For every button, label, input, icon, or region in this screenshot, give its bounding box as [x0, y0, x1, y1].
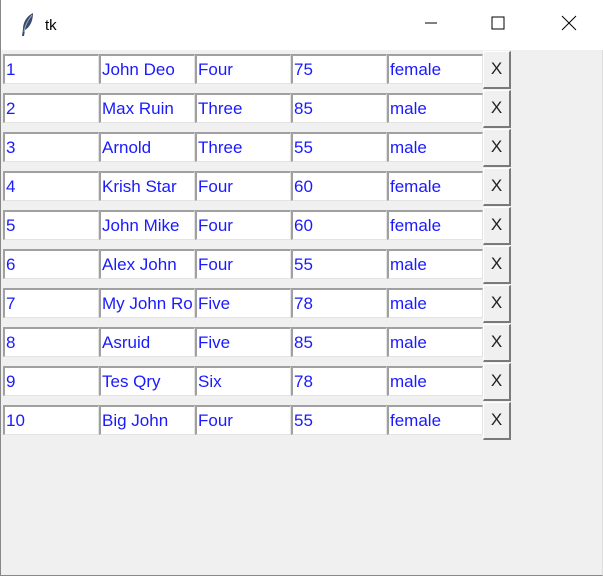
id-field[interactable]: 6 — [3, 249, 99, 279]
name-field[interactable]: Arnold — [99, 132, 195, 162]
name-field[interactable]: Alex John — [99, 249, 195, 279]
name-field[interactable]: Krish Star — [99, 171, 195, 201]
name-field[interactable]: My John Ro — [99, 288, 195, 318]
class-field[interactable]: Six — [195, 366, 291, 396]
id-field[interactable]: 2 — [3, 93, 99, 123]
table-row: 2 Max Ruin Three 85 male X — [1, 90, 521, 128]
delete-row-button[interactable]: X — [483, 129, 511, 167]
id-field[interactable]: 7 — [3, 288, 99, 318]
feather-icon — [18, 12, 38, 38]
delete-row-button[interactable]: X — [483, 168, 511, 206]
id-field[interactable]: 10 — [3, 405, 99, 435]
table-row: 8 Asruid Five 85 male X — [1, 324, 521, 362]
name-field[interactable]: John Mike — [99, 210, 195, 240]
class-field[interactable]: Four — [195, 405, 291, 435]
window-title: tk — [45, 17, 57, 34]
delete-row-button[interactable]: X — [483, 402, 511, 440]
gender-field[interactable]: male — [387, 327, 483, 357]
table-row: 10 Big John Four 55 female X — [1, 402, 521, 440]
id-field[interactable]: 9 — [3, 366, 99, 396]
mark-field[interactable]: 55 — [291, 405, 387, 435]
delete-row-button[interactable]: X — [483, 324, 511, 362]
mark-field[interactable]: 85 — [291, 327, 387, 357]
class-field[interactable]: Four — [195, 210, 291, 240]
name-field[interactable]: Big John — [99, 405, 195, 435]
gender-field[interactable]: female — [387, 405, 483, 435]
close-window-button[interactable] — [546, 0, 592, 50]
name-field[interactable]: Max Ruin — [99, 93, 195, 123]
gender-field[interactable]: female — [387, 210, 483, 240]
delete-row-button[interactable]: X — [483, 285, 511, 323]
class-field[interactable]: Four — [195, 54, 291, 84]
mark-field[interactable]: 75 — [291, 54, 387, 84]
mark-field[interactable]: 55 — [291, 132, 387, 162]
name-field[interactable]: John Deo — [99, 54, 195, 84]
id-field[interactable]: 4 — [3, 171, 99, 201]
gender-field[interactable]: male — [387, 132, 483, 162]
id-field[interactable]: 8 — [3, 327, 99, 357]
table-row: 1 John Deo Four 75 female X — [1, 51, 521, 89]
minimize-icon — [424, 16, 438, 35]
app-window: tk 1 John Deo Four 75 female X 2 Max Ruin Three 8… — [0, 0, 603, 576]
delete-row-button[interactable]: X — [483, 246, 511, 284]
class-field[interactable]: Five — [195, 288, 291, 318]
delete-row-button[interactable]: X — [483, 207, 511, 245]
name-field[interactable]: Asruid — [99, 327, 195, 357]
title-bar[interactable]: tk — [1, 0, 603, 50]
gender-field[interactable]: male — [387, 288, 483, 318]
mark-field[interactable]: 78 — [291, 366, 387, 396]
delete-row-button[interactable]: X — [483, 90, 511, 128]
table-row: 6 Alex John Four 55 male X — [1, 246, 521, 284]
mark-field[interactable]: 60 — [291, 210, 387, 240]
id-field[interactable]: 3 — [3, 132, 99, 162]
mark-field[interactable]: 85 — [291, 93, 387, 123]
table-row: 5 John Mike Four 60 female X — [1, 207, 521, 245]
class-field[interactable]: Four — [195, 171, 291, 201]
minimize-button[interactable] — [408, 0, 454, 50]
delete-row-button[interactable]: X — [483, 51, 511, 89]
gender-field[interactable]: male — [387, 93, 483, 123]
id-field[interactable]: 1 — [3, 54, 99, 84]
mark-field[interactable]: 60 — [291, 171, 387, 201]
class-field[interactable]: Four — [195, 249, 291, 279]
close-icon — [561, 15, 577, 36]
gender-field[interactable]: male — [387, 249, 483, 279]
class-field[interactable]: Three — [195, 93, 291, 123]
mark-field[interactable]: 78 — [291, 288, 387, 318]
maximize-icon — [491, 16, 505, 35]
table-row: 3 Arnold Three 55 male X — [1, 129, 521, 167]
name-field[interactable]: Tes Qry — [99, 366, 195, 396]
delete-row-button[interactable]: X — [483, 363, 511, 401]
table-row: 4 Krish Star Four 60 female X — [1, 168, 521, 206]
gender-field[interactable]: female — [387, 54, 483, 84]
id-field[interactable]: 5 — [3, 210, 99, 240]
mark-field[interactable]: 55 — [291, 249, 387, 279]
class-field[interactable]: Three — [195, 132, 291, 162]
class-field[interactable]: Five — [195, 327, 291, 357]
table-row: 9 Tes Qry Six 78 male X — [1, 363, 521, 401]
gender-field[interactable]: male — [387, 366, 483, 396]
gender-field[interactable]: female — [387, 171, 483, 201]
maximize-button[interactable] — [475, 0, 521, 50]
table-row: 7 My John Ro Five 78 male X — [1, 285, 521, 323]
